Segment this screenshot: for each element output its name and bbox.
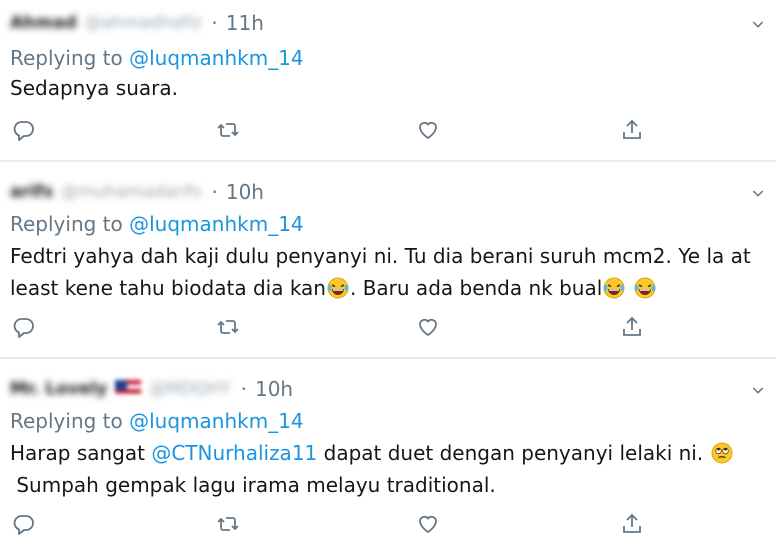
replying-to: Replying to @luqmanhkm_14 — [10, 212, 304, 236]
tweet-text-line: Sedapnya suara. — [10, 72, 750, 104]
tweet-text: Fedtri yahya dah kaji dulu penyanyi ni. … — [10, 240, 751, 304]
chevron-down-icon — [752, 21, 764, 28]
author-name[interactable]: arifs — [10, 182, 53, 202]
malaysia-flag-icon — [115, 380, 142, 398]
tweet-text-segment: . Baru ada benda nk bual — [349, 276, 603, 300]
like-icon — [419, 121, 437, 139]
more-options-button[interactable] — [750, 382, 766, 398]
reply-button[interactable] — [12, 315, 36, 339]
author-handle[interactable]: @MDQHY — [149, 379, 230, 399]
tweet-text-segment: dapat duet dengan penyanyi lelaki ni. — [317, 441, 710, 465]
author-name[interactable]: Ahmad — [10, 13, 77, 33]
tweet-text-segment: least kene tahu biodata dia kan — [10, 276, 326, 300]
tweet-text-line: Fedtri yahya dah kaji dulu penyanyi ni. … — [10, 240, 751, 272]
author-handle[interactable]: @ahmadhafiz — [85, 13, 202, 33]
chevron-down-icon — [752, 387, 764, 394]
tweet-text: Sedapnya suara. — [10, 72, 750, 104]
like-button[interactable] — [416, 315, 440, 339]
timestamp[interactable]: 11h — [226, 11, 264, 35]
eye-roll-emoji — [711, 442, 733, 464]
laughing-tears-emoji — [327, 277, 349, 299]
share-icon — [623, 513, 641, 533]
more-options-button[interactable] — [750, 185, 766, 201]
replying-handle-link[interactable]: @luqmanhkm_14 — [129, 409, 304, 433]
tweet-actions — [0, 118, 776, 144]
tweet-text-line: Sumpah gempak lagu irama melayu traditio… — [10, 469, 750, 501]
separator-dot: · — [240, 377, 247, 401]
share-icon — [623, 119, 641, 139]
share-button[interactable] — [620, 512, 644, 536]
retweet-icon — [217, 123, 239, 137]
replying-label: Replying to — [10, 409, 123, 433]
timestamp[interactable]: 10h — [255, 377, 293, 401]
laughing-tears-emoji — [603, 277, 625, 299]
reply-button[interactable] — [12, 512, 36, 536]
chevron-down-icon — [752, 190, 764, 197]
tweet-text: Harap sangat @CTNurhaliza11 dapat duet d… — [10, 437, 750, 501]
like-icon — [419, 318, 437, 336]
laughing-tears-emoji — [326, 276, 350, 300]
tweet-actions — [0, 512, 776, 538]
timestamp[interactable]: 10h — [226, 180, 264, 204]
replying-to: Replying to @luqmanhkm_14 — [10, 46, 304, 70]
retweet-button[interactable] — [216, 118, 240, 142]
more-options-button[interactable] — [750, 16, 766, 32]
tweet-text-line: least kene tahu biodata dia kan . Baru ad… — [10, 272, 750, 304]
tweet-text-segment: Sedapnya suara. — [10, 76, 178, 100]
like-icon — [419, 515, 437, 533]
retweet-button[interactable] — [216, 512, 240, 536]
tweet-header: Ahmad @ahmadhafiz · 11h — [10, 10, 264, 36]
laughing-tears-emoji — [633, 276, 657, 300]
tweet-text-segment: Harap sangat — [10, 441, 152, 465]
tweet-divider — [0, 160, 776, 162]
share-icon — [623, 316, 641, 336]
retweet-icon — [217, 517, 239, 531]
separator-dot: · — [211, 11, 218, 35]
tweet-text-line: Harap sangat @CTNurhaliza11 dapat duet d… — [10, 437, 750, 469]
author-handle[interactable]: @muhamadarifs — [61, 182, 201, 202]
tweet-actions — [0, 315, 776, 341]
replying-handle-link[interactable]: @luqmanhkm_14 — [129, 212, 304, 236]
author-name[interactable]: Mr. Lovely — [10, 379, 107, 399]
replying-to: Replying to @luqmanhkm_14 — [10, 409, 304, 433]
share-button[interactable] — [620, 118, 644, 142]
replying-label: Replying to — [10, 46, 123, 70]
laughing-tears-emoji — [602, 276, 626, 300]
mention-link[interactable]: @CTNurhaliza11 — [151, 441, 317, 465]
like-button[interactable] — [416, 512, 440, 536]
tweet-text-segment: Fedtri yahya dah kaji dulu penyanyi ni. … — [10, 244, 751, 268]
retweet-button[interactable] — [216, 315, 240, 339]
like-button[interactable] — [416, 118, 440, 142]
tweet-header: Mr. Lovely @MDQHY · 10h — [10, 376, 293, 402]
separator-dot: · — [211, 180, 218, 204]
replying-handle-link[interactable]: @luqmanhkm_14 — [129, 46, 304, 70]
reply-icon — [13, 121, 34, 141]
retweet-icon — [217, 320, 239, 334]
eye-roll-emoji — [710, 441, 734, 465]
laughing-tears-emoji — [634, 277, 656, 299]
reply-icon — [13, 318, 34, 338]
share-button[interactable] — [620, 315, 644, 339]
reply-button[interactable] — [12, 118, 36, 142]
tweet-header: arifs @muhamadarifs · 10h — [10, 179, 264, 205]
replying-label: Replying to — [10, 212, 123, 236]
tweet-divider — [0, 357, 776, 359]
reply-icon — [13, 515, 34, 535]
tweet-text-segment: Sumpah gempak lagu irama melayu traditio… — [10, 473, 496, 497]
